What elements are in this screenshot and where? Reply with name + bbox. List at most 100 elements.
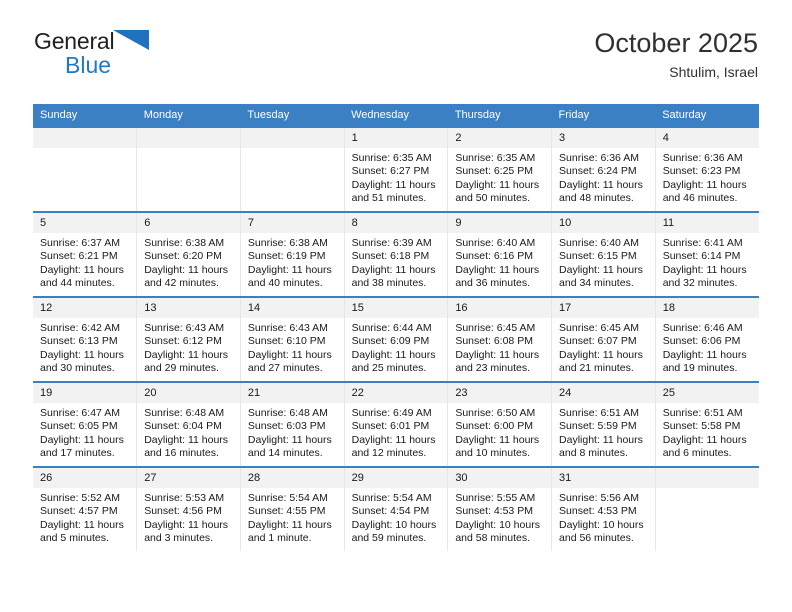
day-number: 23 [448,383,552,403]
daylight-text-line1: Daylight: 11 hours [662,348,747,361]
daylight-text-line1: Daylight: 11 hours [351,178,436,191]
calendar-day-cell[interactable]: 1 Sunrise: 6:35 AM Sunset: 6:27 PM Daylight… [343,126,449,212]
calendar-day-cell[interactable]: 23 Sunrise: 6:50 AM Sunset: 6:00 PM Dayligh… [447,381,553,467]
calendar-day-cell[interactable]: 31 Sunrise: 5:56 AM Sunset: 4:53 PM Dayligh… [551,466,656,551]
daylight-text-line1: Daylight: 11 hours [351,263,436,276]
calendar-day-cell[interactable]: 28 Sunrise: 5:54 AM Sunset: 4:55 PM Dayligh… [239,466,345,551]
day-number: 25 [655,383,759,403]
calendar-day-cell[interactable]: 25 Sunrise: 6:51 AM Sunset: 5:58 PM Dayligh… [654,381,759,467]
weekday-header-wednesday: Wednesday [344,104,448,127]
day-details: Sunrise: 6:51 AM Sunset: 5:58 PM Daylight:… [656,403,759,461]
sunset-text: Sunset: 6:03 PM [247,420,326,433]
day-details: Sunrise: 6:41 AM Sunset: 6:14 PM Daylight:… [656,233,759,291]
daylight-text-line2: and 6 minutes. [662,447,732,460]
day-details: Sunrise: 6:45 AM Sunset: 6:08 PM Daylight:… [448,318,551,376]
brand-logo[interactable]: General Blue [34,28,254,88]
daylight-text-line2: and 19 minutes. [662,362,738,375]
calendar-page: General Blue October 2025 Shtulim, Israe… [0,0,792,612]
sunrise-text: Sunrise: 6:51 AM [662,407,743,419]
day-details: Sunrise: 5:54 AM Sunset: 4:55 PM Daylight:… [241,488,344,546]
calendar-day-cell[interactable]: 13 Sunrise: 6:43 AM Sunset: 6:12 PM Dayligh… [136,296,241,382]
day-number: 14 [240,298,344,318]
calendar-day-cell[interactable]: 7 Sunrise: 6:38 AM Sunset: 6:19 PM Daylight… [239,211,345,297]
calendar-day-cell[interactable]: 14 Sunrise: 6:43 AM Sunset: 6:10 PM Dayligh… [239,296,345,382]
sunset-text: Sunset: 6:08 PM [455,335,533,348]
day-number: 10 [552,213,655,233]
calendar-day-cell[interactable]: 19 Sunrise: 6:47 AM Sunset: 6:05 PM Dayligh… [33,381,138,467]
day-details: Sunrise: 6:38 AM Sunset: 6:19 PM Daylight:… [241,233,344,291]
day-details: Sunrise: 6:50 AM Sunset: 6:00 PM Daylight:… [448,403,551,461]
calendar-week-row: 12 Sunrise: 6:42 AM Sunset: 6:13 PM Dayligh… [33,296,759,382]
calendar-empty-cell [136,126,241,212]
daylight-text-line2: and 10 minutes. [455,447,531,460]
calendar-day-cell[interactable]: 24 Sunrise: 6:51 AM Sunset: 5:59 PM Dayligh… [551,381,656,467]
calendar-day-cell[interactable]: 15 Sunrise: 6:44 AM Sunset: 6:09 PM Dayligh… [343,296,449,382]
day-details: Sunrise: 6:36 AM Sunset: 6:23 PM Daylight:… [656,148,759,206]
page-subtitle: Shtulim, Israel [669,64,758,80]
calendar-day-cell[interactable]: 12 Sunrise: 6:42 AM Sunset: 6:13 PM Dayligh… [33,296,138,382]
calendar-day-cell[interactable]: 26 Sunrise: 5:52 AM Sunset: 4:57 PM Dayligh… [33,466,138,551]
daylight-text-line1: Daylight: 11 hours [559,348,643,361]
daylight-text-line1: Daylight: 11 hours [247,263,332,276]
sunrise-text: Sunrise: 5:53 AM [144,492,225,504]
sunrise-text: Sunrise: 6:43 AM [247,322,328,334]
daylight-text-line2: and 58 minutes. [455,532,531,545]
calendar-day-cell[interactable]: 6 Sunrise: 6:38 AM Sunset: 6:20 PM Daylight… [136,211,241,297]
daylight-text-line2: and 8 minutes. [559,447,628,460]
calendar-day-cell[interactable]: 20 Sunrise: 6:48 AM Sunset: 6:04 PM Dayligh… [136,381,241,467]
day-number: 21 [240,383,344,403]
sunset-text: Sunset: 4:53 PM [455,505,533,518]
calendar-day-cell[interactable]: 4 Sunrise: 6:36 AM Sunset: 6:23 PM Daylight… [654,126,759,212]
day-number: 16 [448,298,552,318]
sunset-text: Sunset: 6:00 PM [455,420,533,433]
daylight-text-line2: and 1 minute. [247,532,312,545]
daylight-text-line1: Daylight: 11 hours [662,433,747,446]
daylight-text-line2: and 59 minutes. [351,532,427,545]
sunset-text: Sunset: 6:10 PM [247,335,326,348]
day-details: Sunrise: 5:54 AM Sunset: 4:54 PM Daylight:… [345,488,448,546]
calendar-day-cell[interactable]: 9 Sunrise: 6:40 AM Sunset: 6:16 PM Daylight… [447,211,553,297]
calendar-day-cell[interactable]: 27 Sunrise: 5:53 AM Sunset: 4:56 PM Dayligh… [136,466,241,551]
daylight-text-line2: and 14 minutes. [247,447,323,460]
calendar-day-cell[interactable]: 5 Sunrise: 6:37 AM Sunset: 6:21 PM Daylight… [33,211,138,297]
calendar-day-cell[interactable]: 18 Sunrise: 6:46 AM Sunset: 6:06 PM Dayligh… [654,296,759,382]
day-number: 19 [33,383,137,403]
daylight-text-line2: and 51 minutes. [351,192,427,205]
calendar-day-cell[interactable]: 17 Sunrise: 6:45 AM Sunset: 6:07 PM Dayligh… [551,296,656,382]
daylight-text-line2: and 16 minutes. [144,447,219,460]
sunrise-text: Sunrise: 6:45 AM [559,322,639,334]
day-details: Sunrise: 6:38 AM Sunset: 6:20 PM Daylight:… [137,233,240,291]
sunrise-text: Sunrise: 6:48 AM [247,407,328,419]
daylight-text-line1: Daylight: 11 hours [247,433,332,446]
calendar-day-cell[interactable]: 22 Sunrise: 6:49 AM Sunset: 6:01 PM Dayligh… [343,381,449,467]
sunset-text: Sunset: 6:23 PM [662,165,741,178]
day-details: Sunrise: 5:52 AM Sunset: 4:57 PM Daylight:… [33,488,136,546]
page-title: October 2025 [594,28,758,58]
day-number: 12 [33,298,137,318]
calendar-day-cell[interactable]: 16 Sunrise: 6:45 AM Sunset: 6:08 PM Dayligh… [447,296,553,382]
day-details: Sunrise: 6:47 AM Sunset: 6:05 PM Daylight:… [33,403,136,461]
day-number: 13 [137,298,240,318]
daylight-text-line1: Daylight: 11 hours [559,433,643,446]
calendar-day-cell[interactable]: 11 Sunrise: 6:41 AM Sunset: 6:14 PM Dayligh… [654,211,759,297]
calendar-day-cell[interactable]: 21 Sunrise: 6:48 AM Sunset: 6:03 PM Dayligh… [239,381,345,467]
sunrise-text: Sunrise: 6:36 AM [559,152,639,164]
calendar-day-cell[interactable]: 29 Sunrise: 5:54 AM Sunset: 4:54 PM Dayligh… [343,466,449,551]
day-details: Sunrise: 6:36 AM Sunset: 6:24 PM Daylight:… [552,148,655,206]
calendar-day-cell[interactable]: 8 Sunrise: 6:39 AM Sunset: 6:18 PM Daylight… [343,211,449,297]
calendar-day-cell[interactable]: 10 Sunrise: 6:40 AM Sunset: 6:15 PM Dayligh… [551,211,656,297]
sunrise-text: Sunrise: 6:47 AM [40,407,120,419]
day-details: Sunrise: 6:35 AM Sunset: 6:25 PM Daylight:… [448,148,551,206]
calendar-day-cell[interactable]: 3 Sunrise: 6:36 AM Sunset: 6:24 PM Daylight… [551,126,656,212]
day-details: Sunrise: 6:39 AM Sunset: 6:18 PM Daylight:… [345,233,448,291]
day-number: 11 [655,213,759,233]
daylight-text-line1: Daylight: 10 hours [455,518,540,531]
day-number: 31 [552,468,655,488]
sunrise-text: Sunrise: 6:48 AM [144,407,225,419]
calendar-day-cell[interactable]: 30 Sunrise: 5:55 AM Sunset: 4:53 PM Dayligh… [447,466,553,551]
calendar-day-cell[interactable]: 2 Sunrise: 6:35 AM Sunset: 6:25 PM Daylight… [447,126,553,212]
day-number: 6 [137,213,240,233]
sunset-text: Sunset: 6:25 PM [455,165,533,178]
day-number: 8 [344,213,448,233]
day-number: 15 [344,298,448,318]
